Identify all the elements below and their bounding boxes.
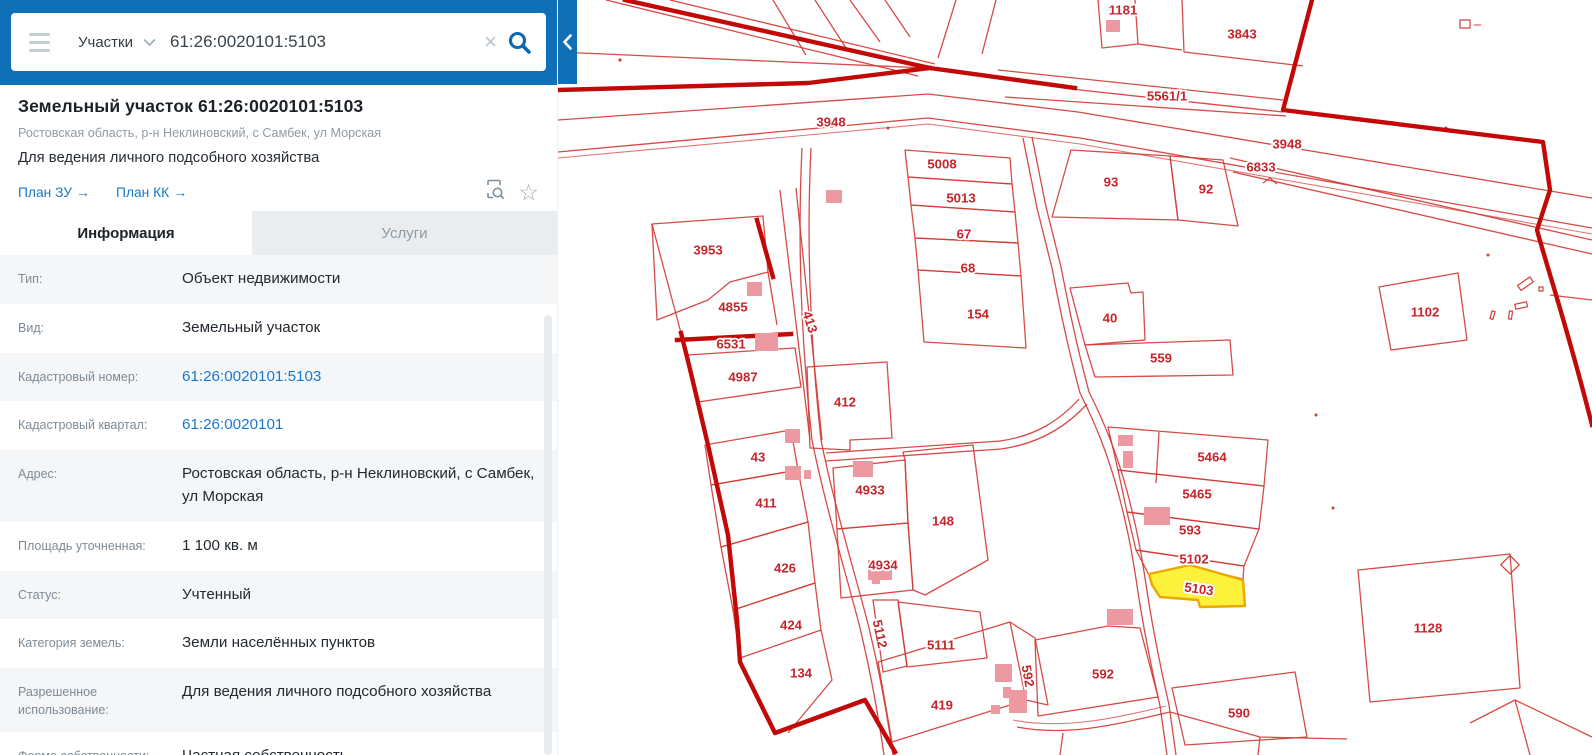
row-value: Частная собственность <box>182 745 557 755</box>
row-label: Вид: <box>18 320 45 335</box>
parcel-label-148[interactable]: 148 <box>930 512 956 531</box>
parcel-label-3843[interactable]: 3843 <box>1226 25 1259 44</box>
parcel-label-4855[interactable]: 4855 <box>717 298 750 317</box>
parcel-summary: Земельный участок 61:26:0020101:5103 Рос… <box>0 85 557 211</box>
search-box[interactable]: Участки × <box>11 13 546 71</box>
table-row: Тип: Объект недвижимости <box>0 255 557 304</box>
table-row: Кадастровый номер: 61:26:0020101:5103 <box>0 352 557 402</box>
table-row: Разрешенное использование: Для ведения ли… <box>0 668 557 733</box>
parcel-label-593[interactable]: 593 <box>1177 521 1203 540</box>
tab-services[interactable]: Услуги <box>252 211 557 255</box>
row-label: Площадь уточненная: <box>18 538 146 553</box>
tab-information[interactable]: Информация <box>0 211 252 255</box>
parcel-label-592[interactable]: 592 <box>1090 665 1116 684</box>
table-row: Категория земель: Земли населённых пункто… <box>0 619 557 668</box>
row-value: Земли населённых пунктов <box>182 634 376 652</box>
cadastral-map[interactable]: 1181 3843 5561/1 3948 3948 6833 5008 5013 67 68 15… <box>558 0 1592 755</box>
row-value: Объект недвижимости <box>182 270 341 287</box>
table-row: Площадь уточненная: 1 100 кв. м <box>0 522 557 571</box>
document-search-icon[interactable] <box>485 179 506 205</box>
parcel-label-6531[interactable]: 6531 <box>715 335 748 354</box>
search-category-select[interactable]: Участки <box>78 34 133 51</box>
parcel-address-subtitle: Ростовская область, р-н Неклиновский, с … <box>18 126 382 140</box>
parcel-label-424[interactable]: 424 <box>778 616 804 635</box>
parcel-label-426[interactable]: 426 <box>772 559 798 578</box>
table-row: Форма собственности:Частная собственност… <box>0 732 557 755</box>
plan-kk-link[interactable]: План КК → <box>116 184 187 200</box>
sidebar-scrollbar[interactable] <box>544 315 552 755</box>
parcel-label-5111[interactable]: 5111 <box>925 636 956 655</box>
parcel-label-1102[interactable]: 1102 <box>1409 303 1441 322</box>
parcel-label-592[interactable]: 592 <box>1017 662 1039 690</box>
row-label: Форма собственности: <box>0 745 182 755</box>
search-input[interactable] <box>170 32 475 52</box>
row-label: Статус: <box>18 587 61 602</box>
row-label: Кадастровый квартал: <box>18 418 148 433</box>
arrow-icon: → <box>76 184 91 200</box>
parcel-label-4934[interactable]: 4934 <box>867 556 901 575</box>
parcel-label-411[interactable]: 411 <box>754 494 779 513</box>
row-label: Тип: <box>18 272 43 286</box>
parcel-label-5008[interactable]: 5008 <box>926 155 959 174</box>
parcel-label-3948[interactable]: 3948 <box>815 113 848 132</box>
parcel-label-6833[interactable]: 6833 <box>1245 158 1278 177</box>
table-row: Статус: Учтенный <box>0 570 557 620</box>
parcel-outlines <box>558 0 1592 755</box>
parcel-label-5464[interactable]: 5464 <box>1196 448 1230 467</box>
plan-zu-link[interactable]: План ЗУ → <box>18 184 90 200</box>
parcel-label-5561-1[interactable]: 5561/1 <box>1145 87 1189 106</box>
parcel-label-92[interactable]: 92 <box>1197 180 1215 199</box>
page-title: Земельный участок 61:26:0020101:5103 <box>18 96 364 116</box>
row-value-link[interactable]: 61:26:0020101 <box>182 414 557 437</box>
parcel-label-5465[interactable]: 5465 <box>1181 485 1214 504</box>
row-value: Ростовская область, р-н Неклиновский, с … <box>182 465 535 505</box>
parcel-label-1181[interactable]: 1181 <box>1107 1 1139 20</box>
arrow-icon: → <box>173 184 188 200</box>
parcel-label-43[interactable]: 43 <box>749 448 767 467</box>
parcel-label-3948[interactable]: 3948 <box>1271 135 1304 154</box>
parcel-label-5013[interactable]: 5013 <box>945 189 978 208</box>
row-label: Категория земель: <box>18 636 125 651</box>
tab-bar: Информация Услуги <box>0 211 557 255</box>
row-value-link[interactable]: 61:26:0020101:5103 <box>182 366 557 389</box>
parcel-attributes-table: Тип: Объект недвижимости Вид: Земельный уча… <box>0 255 557 755</box>
favorite-star-icon[interactable]: ☆ <box>518 180 539 204</box>
row-value: Для ведения личного подсобного хозяйства <box>182 683 492 701</box>
parcel-label-4933[interactable]: 4933 <box>854 481 887 500</box>
row-value: Учтенный <box>182 585 251 603</box>
parcel-label-40[interactable]: 40 <box>1101 309 1119 328</box>
search-header: Участки × <box>0 0 557 85</box>
parcel-label-3953[interactable]: 3953 <box>692 241 725 260</box>
menu-icon[interactable] <box>29 32 50 52</box>
info-sidebar: Участки × Земельный участок 61:26:002010… <box>0 0 558 755</box>
collapse-panel-button[interactable] <box>558 0 577 84</box>
table-row: Вид: Земельный участок <box>0 304 557 353</box>
parcel-usage-text: Для ведения личного подсобного хозяйства <box>18 150 320 166</box>
clear-search-icon[interactable]: × <box>484 31 497 53</box>
parcel-label-559[interactable]: 559 <box>1148 349 1174 368</box>
row-label: Адрес: <box>18 467 58 482</box>
row-label: Кадастровый номер: <box>18 369 139 384</box>
parcel-label-1128[interactable]: 1128 <box>1412 619 1444 638</box>
chevron-down-icon[interactable] <box>143 38 156 47</box>
table-row: Адрес: Ростовская область, р-н Неклиновск… <box>0 450 557 522</box>
row-value: Земельный участок <box>182 318 321 336</box>
parcel-label-68[interactable]: 68 <box>959 259 977 278</box>
parcel-label-412[interactable]: 412 <box>832 393 858 412</box>
search-icon[interactable] <box>507 30 532 55</box>
row-value: 1 100 кв. м <box>182 536 258 554</box>
table-row: Кадастровый квартал: 61:26:0020101 <box>0 401 557 450</box>
parcel-label-419[interactable]: 419 <box>929 696 955 715</box>
parcel-label-93[interactable]: 93 <box>1102 173 1120 192</box>
row-label: Разрешенное использование: <box>18 685 109 718</box>
parcel-label-67[interactable]: 67 <box>955 225 973 244</box>
parcel-label-590[interactable]: 590 <box>1226 704 1252 723</box>
parcel-label-5102[interactable]: 5102 <box>1178 550 1211 569</box>
parcel-label-154[interactable]: 154 <box>965 305 991 324</box>
parcel-label-4987[interactable]: 4987 <box>727 368 760 387</box>
parcel-label-134[interactable]: 134 <box>788 664 814 683</box>
